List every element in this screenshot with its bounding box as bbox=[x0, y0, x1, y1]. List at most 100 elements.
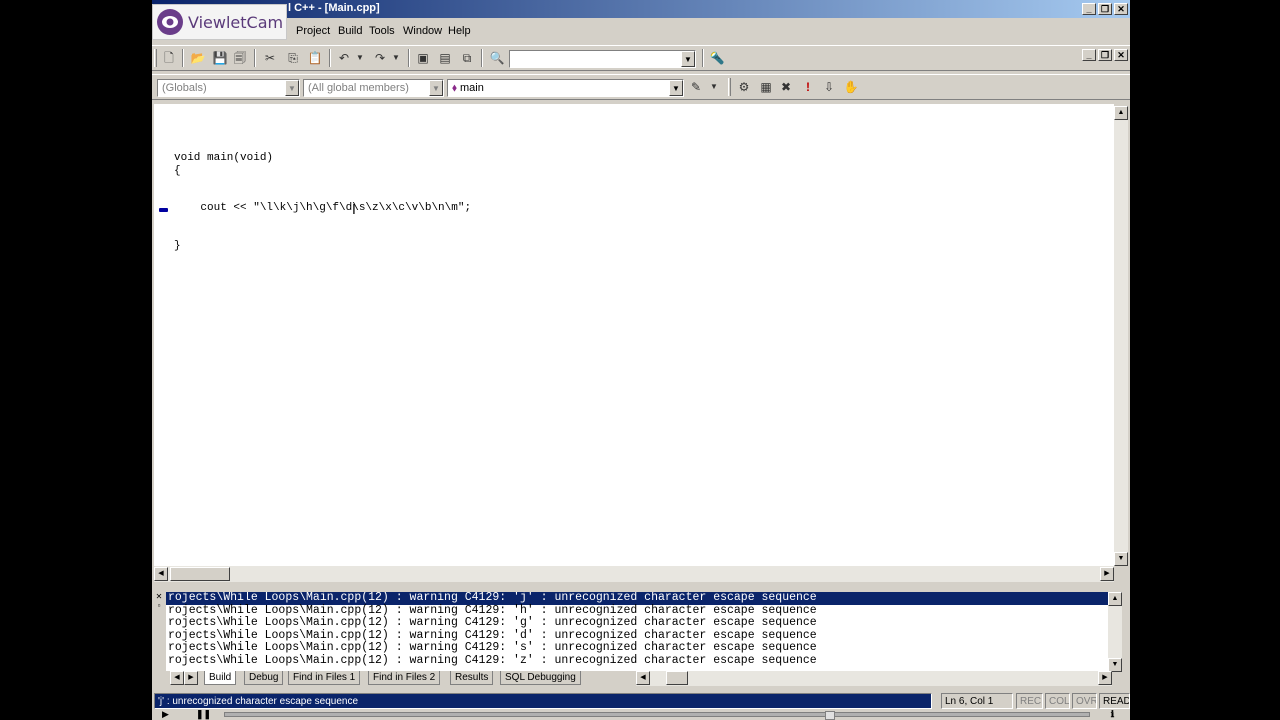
tab-find-in-files-1[interactable]: Find in Files 1 bbox=[288, 671, 361, 685]
members-combo[interactable]: (All global members) ▼ bbox=[303, 79, 444, 97]
wizardbar-toolbar: (Globals) ▼ (All global members) ▼ ⬧ mai… bbox=[152, 74, 1130, 100]
playback-progress[interactable] bbox=[224, 711, 1090, 720]
paste-icon[interactable]: 📋 bbox=[307, 50, 323, 66]
compile-icon[interactable]: ⚙ bbox=[736, 79, 752, 95]
chevron-down-icon[interactable]: ▼ bbox=[285, 80, 299, 96]
code-editor[interactable]: void main(void) { cout << "\l\k\j\h\g\f\… bbox=[154, 104, 1114, 566]
scroll-right-icon[interactable]: ▶ bbox=[1100, 567, 1114, 581]
workspace-icon[interactable]: ▣ bbox=[415, 50, 431, 66]
output-line[interactable]: rojects\While Loops\Main.cpp(12) : warni… bbox=[166, 592, 1112, 605]
info-icon[interactable]: ℹ bbox=[1107, 709, 1118, 720]
function-combo[interactable]: ⬧ main ▼ bbox=[447, 79, 684, 97]
toolbar-separator bbox=[408, 49, 410, 67]
function-combo-value: main bbox=[460, 82, 484, 94]
tab-debug[interactable]: Debug bbox=[244, 671, 284, 685]
window-title: l C++ - [Main.cpp] bbox=[288, 2, 380, 14]
find-in-files-icon[interactable]: 🔍 bbox=[489, 50, 505, 66]
current-line-marker-icon bbox=[159, 208, 168, 212]
output-vertical-scrollbar[interactable]: ▲ ▼ bbox=[1108, 592, 1122, 672]
build-icon[interactable]: ▦ bbox=[758, 79, 774, 95]
toolbar-grip[interactable] bbox=[154, 49, 157, 67]
close-button[interactable]: ✕ bbox=[1114, 3, 1128, 15]
find-icon[interactable]: 🔦 bbox=[709, 50, 725, 66]
cut-icon[interactable]: ✂ bbox=[262, 50, 278, 66]
col-indicator: COL bbox=[1045, 693, 1070, 709]
chevron-down-icon[interactable]: ▼ bbox=[669, 80, 683, 96]
status-message: 'j' : unrecognized character escape sequ… bbox=[154, 693, 932, 709]
find-combo[interactable]: ▼ bbox=[509, 50, 696, 68]
save-icon[interactable]: 💾 bbox=[212, 50, 228, 66]
output-pane[interactable]: rojects\While Loops\Main.cpp(12) : warni… bbox=[166, 592, 1112, 671]
scroll-down-icon[interactable]: ▼ bbox=[1108, 658, 1122, 672]
toolbar-separator bbox=[329, 49, 331, 67]
output-line[interactable]: rojects\While Loops\Main.cpp(12) : warni… bbox=[166, 641, 1112, 655]
save-all-icon[interactable]: 🗐 bbox=[232, 50, 248, 66]
pause-icon[interactable]: ❚❚ bbox=[196, 709, 211, 720]
wizard-action-icon[interactable]: ✎ bbox=[688, 79, 704, 95]
viewletcam-logo-icon bbox=[157, 9, 183, 35]
scope-combo[interactable]: (Globals) ▼ bbox=[157, 79, 300, 97]
output-line[interactable]: rojects\While Loops\Main.cpp(12) : warni… bbox=[166, 616, 1112, 630]
title-bar[interactable]: l C++ - [Main.cpp] _ ❐ ✕ bbox=[152, 0, 1130, 18]
dock-icon[interactable]: ▫ bbox=[152, 601, 166, 610]
code-line: { bbox=[174, 164, 181, 177]
cursor-position: Ln 6, Col 1 bbox=[941, 693, 1013, 709]
scroll-right-icon[interactable]: ▶ bbox=[1098, 671, 1112, 685]
undo-icon[interactable]: ↶ bbox=[336, 50, 352, 66]
toolbar-separator bbox=[254, 49, 256, 67]
ide-window: l C++ - [Main.cpp] _ ❐ ✕ ViewletCam Proj… bbox=[152, 0, 1130, 720]
scroll-thumb[interactable] bbox=[666, 671, 688, 685]
output-tabs: ◀ ▶ Build Debug Find in Files 1 Find in … bbox=[166, 671, 636, 687]
editor-vertical-scrollbar[interactable]: ▲ ▼ bbox=[1114, 106, 1128, 566]
scroll-up-icon[interactable]: ▲ bbox=[1108, 592, 1122, 606]
chevron-down-icon[interactable]: ▼ bbox=[681, 51, 695, 67]
tab-find-in-files-2[interactable]: Find in Files 2 bbox=[368, 671, 441, 685]
scroll-left-icon[interactable]: ◀ bbox=[154, 567, 168, 581]
tab-sql-debugging[interactable]: SQL Debugging bbox=[500, 671, 581, 685]
scroll-thumb[interactable] bbox=[170, 567, 230, 581]
open-folder-icon[interactable]: 📂 bbox=[190, 50, 206, 66]
output-horizontal-scrollbar[interactable]: ◀ ▶ bbox=[636, 671, 1112, 686]
new-file-icon[interactable]: 🗋 bbox=[161, 50, 177, 66]
copy-icon[interactable]: ⎘ bbox=[285, 50, 301, 66]
menu-tools[interactable]: Tools bbox=[369, 25, 395, 37]
tab-results[interactable]: Results bbox=[450, 671, 494, 685]
scroll-left-icon[interactable]: ◀ bbox=[636, 671, 650, 685]
play-icon[interactable]: ▶ bbox=[162, 709, 169, 720]
menu-help[interactable]: Help bbox=[448, 25, 471, 37]
execute-icon[interactable]: ! bbox=[800, 79, 816, 95]
output-line[interactable]: rojects\While Loops\Main.cpp(12) : warni… bbox=[166, 654, 1112, 668]
menu-build[interactable]: Build bbox=[338, 25, 362, 37]
tab-scroll-right-icon[interactable]: ▶ bbox=[184, 671, 198, 685]
redo-dropdown-icon[interactable]: ▼ bbox=[388, 50, 404, 66]
scroll-down-icon[interactable]: ▼ bbox=[1114, 552, 1128, 566]
code-line: } bbox=[174, 239, 181, 252]
scroll-up-icon[interactable]: ▲ bbox=[1114, 106, 1128, 120]
menu-project[interactable]: Project bbox=[296, 25, 330, 37]
output-pane-grip[interactable]: ✕ ▫ bbox=[152, 590, 166, 672]
scope-combo-value: (Globals) bbox=[162, 82, 207, 94]
redo-icon[interactable]: ↷ bbox=[372, 50, 388, 66]
stop-build-icon[interactable]: ✖ bbox=[778, 79, 794, 95]
editor-horizontal-scrollbar[interactable]: ◀ ▶ bbox=[154, 566, 1114, 582]
chevron-down-icon[interactable]: ▼ bbox=[429, 80, 443, 96]
output-window-icon[interactable]: ▤ bbox=[437, 50, 453, 66]
menu-bar: Project Build Tools Window Help _ ❐ ✕ bbox=[152, 22, 1130, 61]
code-text[interactable]: void main(void) { cout << "\l\k\j\h\g\f\… bbox=[174, 152, 471, 252]
restore-button[interactable]: ❐ bbox=[1098, 3, 1112, 15]
status-bar: 'j' : unrecognized character escape sequ… bbox=[152, 693, 1130, 709]
wizard-dropdown-icon[interactable]: ▼ bbox=[706, 79, 722, 95]
breakpoint-hand-icon[interactable]: ✋ bbox=[843, 79, 859, 95]
progress-knob[interactable] bbox=[825, 711, 835, 720]
go-icon[interactable]: ⇩ bbox=[821, 79, 837, 95]
close-icon[interactable]: ✕ bbox=[152, 592, 166, 601]
menu-window[interactable]: Window bbox=[403, 25, 442, 37]
window-list-icon[interactable]: ⧉ bbox=[459, 50, 475, 66]
tab-scroll-left-icon[interactable]: ◀ bbox=[170, 671, 184, 685]
standard-toolbar: 🗋 📂 💾 🗐 ✂ ⎘ 📋 ↶ ▼ ↷ ▼ ▣ ▤ ⧉ 🔍 ▼ 🔦 bbox=[152, 45, 1130, 71]
minimize-button[interactable]: _ bbox=[1082, 3, 1096, 15]
undo-dropdown-icon[interactable]: ▼ bbox=[352, 50, 368, 66]
toolbar-grip[interactable] bbox=[728, 78, 731, 96]
toolbar-separator bbox=[182, 49, 184, 67]
tab-build[interactable]: Build bbox=[204, 671, 237, 685]
